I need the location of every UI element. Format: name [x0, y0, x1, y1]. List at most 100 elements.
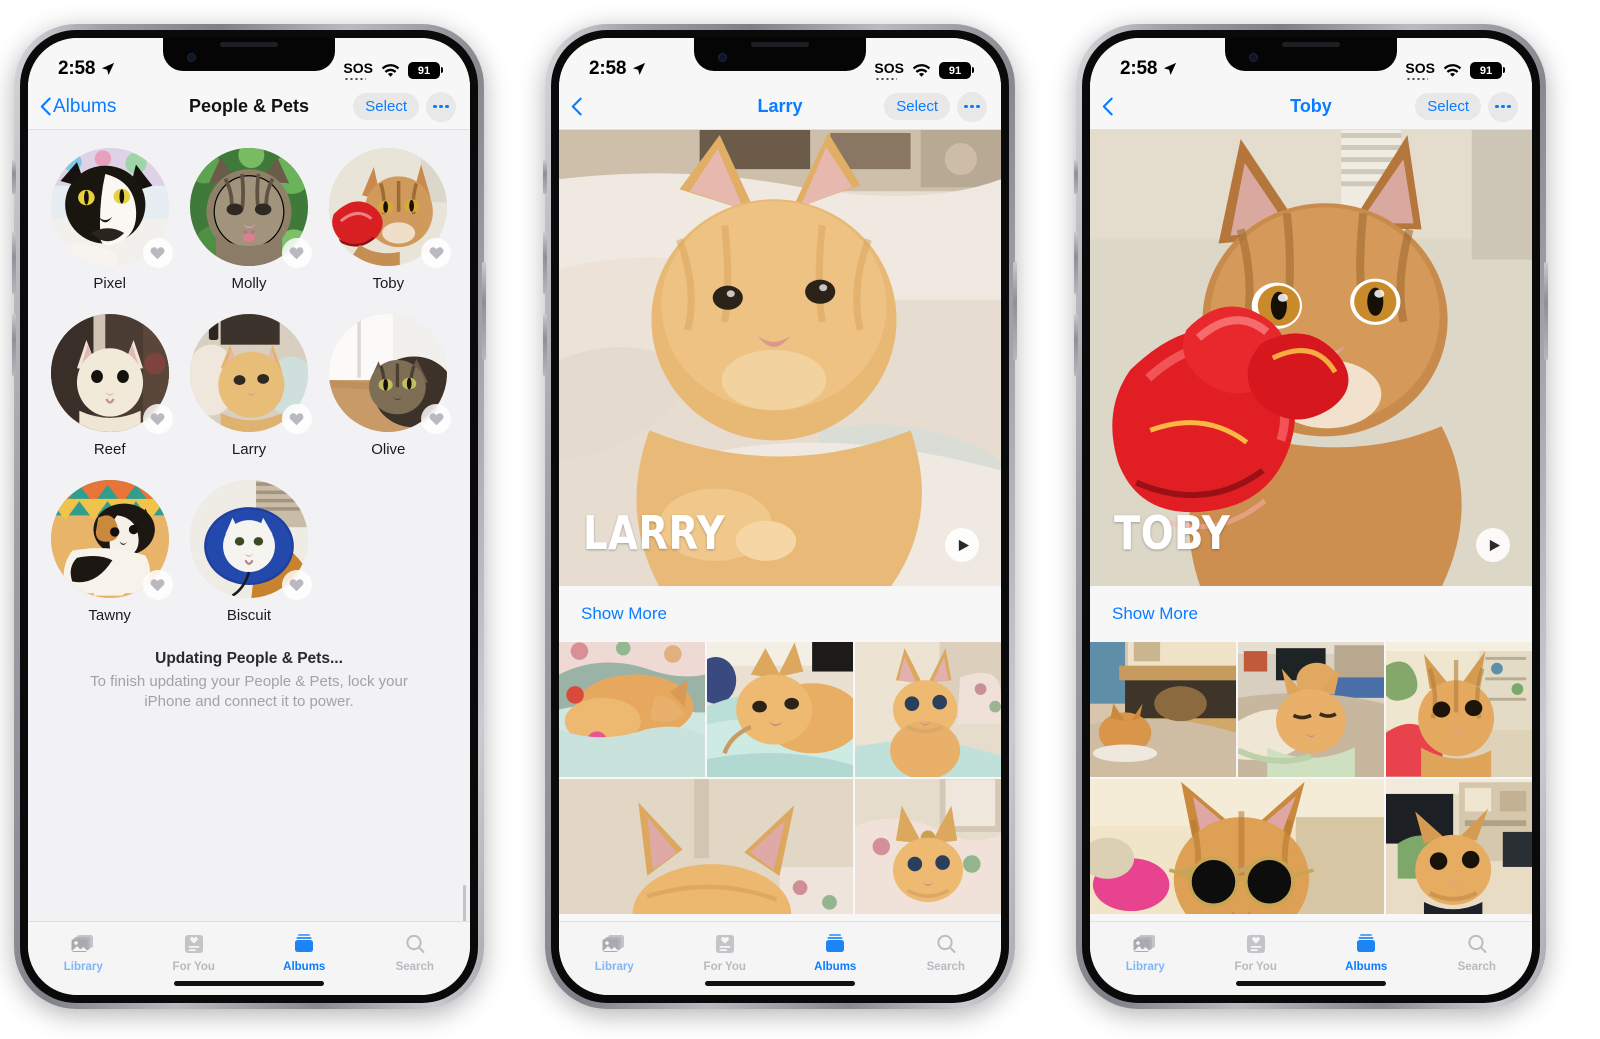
screen: 2:58 SOS 91	[559, 38, 1001, 995]
status-time: 2:58	[58, 58, 96, 79]
tab-search[interactable]: Search	[360, 932, 471, 973]
pet-cell-tawny[interactable]: Tawny	[44, 480, 175, 624]
tab-albums[interactable]: Albums	[780, 932, 891, 973]
power-button[interactable]	[482, 262, 486, 360]
tab-albums[interactable]: Albums	[1311, 932, 1422, 973]
favorite-toggle[interactable]	[281, 404, 312, 434]
volume-up-button[interactable]	[1074, 232, 1078, 294]
more-options-button[interactable]	[426, 91, 456, 122]
show-more-button[interactable]: Show More	[581, 604, 667, 624]
select-button[interactable]: Select	[353, 93, 419, 120]
home-indicator[interactable]	[1236, 981, 1386, 986]
battery-indicator: 91	[408, 62, 443, 79]
memory-title-overlay: LARRY	[583, 506, 726, 560]
volume-down-button[interactable]	[1074, 314, 1078, 376]
back-button-albums[interactable]: Albums	[40, 96, 116, 118]
albums-icon	[826, 934, 845, 952]
pet-thumb-wrap	[50, 480, 173, 600]
mute-switch[interactable]	[12, 160, 16, 194]
photo-thumbnail[interactable]	[855, 779, 1001, 914]
home-indicator[interactable]	[705, 981, 855, 986]
favorite-toggle[interactable]	[142, 570, 173, 600]
back-button[interactable]	[1102, 97, 1113, 116]
tab-label: Search	[1457, 961, 1496, 973]
albums-icon	[1357, 934, 1376, 952]
photo-thumbnail[interactable]	[559, 779, 853, 914]
select-button[interactable]: Select	[884, 93, 950, 120]
tab-library[interactable]: Library	[1090, 932, 1201, 973]
phone-bezel: 2:58 SOS 91	[1082, 30, 1540, 1003]
photo-larry-5	[855, 779, 1001, 914]
photo-thumbnail[interactable]	[1090, 642, 1236, 777]
favorite-toggle[interactable]	[281, 238, 312, 268]
pet-cell-olive[interactable]: Olive	[323, 314, 454, 458]
volume-up-button[interactable]	[543, 232, 547, 294]
tab-search[interactable]: Search	[1422, 932, 1533, 973]
play-memory-button[interactable]	[945, 528, 979, 562]
battery-level: 91	[417, 64, 431, 77]
more-options-button[interactable]	[1488, 91, 1518, 122]
status-time: 2:58	[1120, 58, 1158, 79]
mute-switch[interactable]	[1074, 160, 1078, 194]
phone-toby-album: 2:58 SOS 91 Toby Select TOBY Show More L…	[1074, 24, 1548, 1009]
memory-hero[interactable]: TOBY	[1090, 130, 1532, 586]
tab-for-you[interactable]: For You	[139, 932, 250, 973]
photos-library-icon	[602, 935, 625, 952]
favorite-toggle[interactable]	[281, 570, 312, 600]
photo-thumbnail[interactable]	[855, 642, 1001, 777]
select-button[interactable]: Select	[1415, 93, 1481, 120]
photo-thumbnail[interactable]	[1386, 642, 1532, 777]
photo-thumbnail[interactable]	[559, 642, 705, 777]
power-button[interactable]	[1013, 262, 1017, 360]
photo-thumbnail[interactable]	[1238, 642, 1384, 777]
screen: 2:58 SOS 91	[28, 38, 470, 995]
home-indicator[interactable]	[174, 981, 324, 986]
nav-actions: Select	[884, 91, 987, 122]
show-more-bar: Show More	[559, 586, 1001, 642]
pet-name: Molly	[231, 275, 267, 292]
tab-search[interactable]: Search	[891, 932, 1002, 973]
tab-albums[interactable]: Albums	[249, 932, 360, 973]
pet-cell-toby[interactable]: Toby	[323, 148, 454, 292]
volume-up-button[interactable]	[12, 232, 16, 294]
show-more-button[interactable]: Show More	[1112, 604, 1198, 624]
photo-toby-2	[1238, 642, 1384, 777]
volume-down-button[interactable]	[543, 314, 547, 376]
tab-for-you[interactable]: For You	[1201, 932, 1312, 973]
pet-cell-biscuit[interactable]: Biscuit	[183, 480, 314, 624]
status-time: 2:58	[589, 58, 627, 79]
pet-cell-reef[interactable]: Reef	[44, 314, 175, 458]
update-status-subtitle: To finish updating your People & Pets, l…	[90, 673, 408, 711]
nav-actions: Select	[1415, 91, 1518, 122]
volume-down-button[interactable]	[12, 314, 16, 376]
favorite-toggle[interactable]	[142, 238, 173, 268]
status-left: 2:58	[589, 58, 646, 80]
chevron-left-icon	[40, 97, 51, 116]
photo-thumbnail[interactable]	[1386, 779, 1532, 914]
tab-library[interactable]: Library	[559, 932, 670, 973]
favorite-toggle[interactable]	[142, 404, 173, 434]
pet-cell-molly[interactable]: Molly	[183, 148, 314, 292]
albums-icon	[295, 934, 314, 952]
favorite-toggle[interactable]	[421, 404, 452, 434]
vertical-scrollbar[interactable]	[463, 885, 466, 921]
favorite-toggle[interactable]	[421, 238, 452, 268]
pet-cell-larry[interactable]: Larry	[183, 314, 314, 458]
front-camera	[1249, 53, 1258, 62]
more-options-button[interactable]	[957, 91, 987, 122]
photo-thumbnail[interactable]	[707, 642, 853, 777]
pet-cell-pixel[interactable]: Pixel	[44, 148, 175, 292]
photo-larry-3	[855, 642, 1001, 777]
back-button[interactable]	[571, 97, 582, 116]
play-memory-button[interactable]	[1476, 528, 1510, 562]
play-icon	[958, 539, 969, 551]
photo-larry-2	[707, 642, 853, 777]
tab-for-you[interactable]: For You	[670, 932, 781, 973]
power-button[interactable]	[1544, 262, 1548, 360]
mute-switch[interactable]	[543, 160, 547, 194]
photo-thumbnail[interactable]	[1090, 779, 1384, 914]
status-left: 2:58	[58, 58, 115, 80]
photo-toby-4	[1090, 779, 1384, 914]
memory-hero[interactable]: LARRY	[559, 130, 1001, 586]
tab-library[interactable]: Library	[28, 932, 139, 973]
